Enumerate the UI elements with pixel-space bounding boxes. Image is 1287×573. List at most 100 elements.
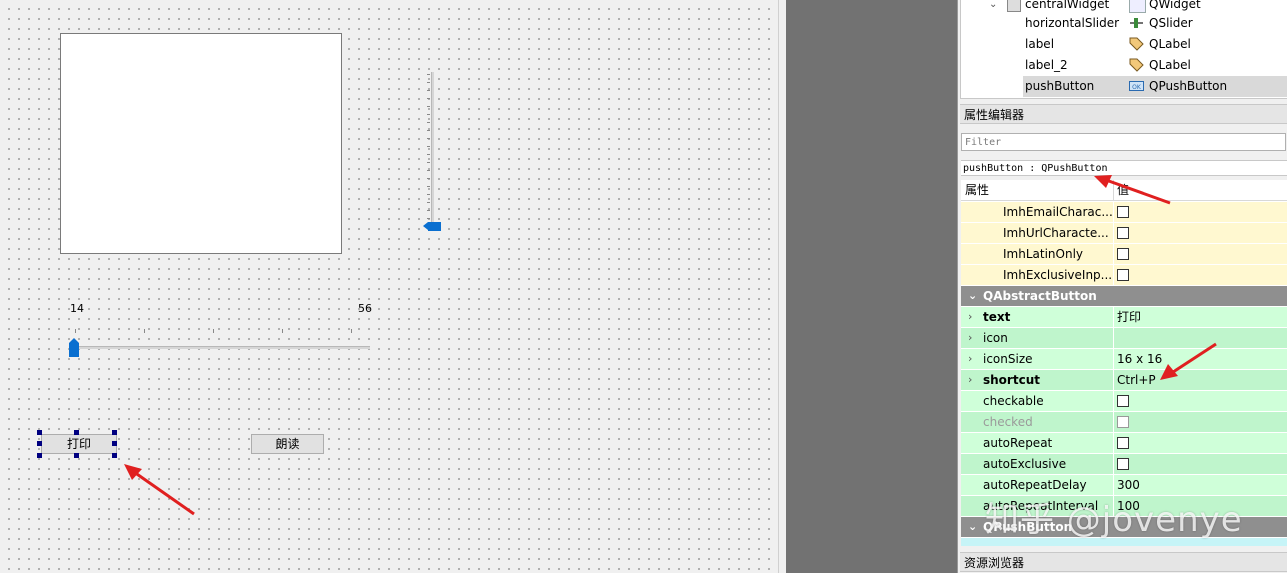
property-checkbox <box>1117 415 1129 428</box>
selection-handle[interactable] <box>37 453 42 458</box>
row-indent <box>961 76 1023 97</box>
property-name: icon <box>983 331 1008 345</box>
horizontal-slider[interactable] <box>66 325 372 359</box>
tree-row-label-2[interactable]: label_2 QLabel <box>961 55 1287 76</box>
print-button[interactable]: 打印 <box>41 434 117 454</box>
slider-tick <box>427 90 430 91</box>
property-name: checked <box>983 415 1033 429</box>
property-row[interactable]: › shortcut Ctrl+P <box>961 370 1287 391</box>
property-name: ImhExclusiveInp... <box>1003 268 1113 282</box>
chevron-right-icon[interactable]: › <box>968 307 972 327</box>
tree-row-horizontalslider[interactable]: horizontalSlider QSlider <box>961 13 1287 34</box>
selection-handle[interactable] <box>74 430 79 435</box>
property-name: autoRepeat <box>983 436 1053 450</box>
annotation-arrow <box>124 464 195 516</box>
slider-tick <box>427 210 430 211</box>
property-row[interactable]: autoRepeat <box>961 433 1287 454</box>
property-row[interactable]: autoExclusive <box>961 454 1287 475</box>
chevron-right-icon[interactable]: › <box>968 370 972 390</box>
svg-text:OK: OK <box>1132 84 1142 91</box>
slider-tick <box>213 329 214 333</box>
property-row[interactable]: checkable <box>961 391 1287 412</box>
property-row[interactable]: ImhLatinOnly <box>961 244 1287 265</box>
property-row[interactable]: ImhExclusiveInp... <box>961 265 1287 286</box>
chevron-down-icon[interactable]: ⌄ <box>968 286 977 306</box>
property-row[interactable]: ImhEmailCharac... <box>961 202 1287 223</box>
vertical-slider-groove <box>431 72 434 230</box>
property-name: ImhLatinOnly <box>1003 247 1084 261</box>
resource-browser-title: 资源浏览器 <box>960 552 1287 572</box>
property-group-qabstractbutton[interactable]: ⌄ QAbstractButton <box>961 286 1287 307</box>
slider-tick <box>427 194 430 195</box>
property-checkbox[interactable] <box>1117 394 1129 407</box>
label-widget[interactable] <box>60 33 342 254</box>
slider-max-label: 56 <box>358 302 372 315</box>
property-editor-title: 属性编辑器 <box>960 104 1287 124</box>
property-table-header: 属性 值 <box>961 180 1287 201</box>
widget-icon <box>1007 0 1021 12</box>
slider-tick <box>427 162 430 163</box>
property-row[interactable]: › text 打印 <box>961 307 1287 328</box>
property-row[interactable]: › icon <box>961 328 1287 349</box>
selection-handle[interactable] <box>112 430 117 435</box>
object-name: horizontalSlider <box>1025 16 1120 30</box>
selection-handle[interactable] <box>112 453 117 458</box>
slider-tick <box>427 74 430 75</box>
property-checkbox[interactable] <box>1117 205 1129 218</box>
property-row[interactable]: ImhUrlCharacte... <box>961 223 1287 244</box>
watermark-text: 知乎 @jovenye <box>985 500 1243 540</box>
property-checkbox[interactable] <box>1117 226 1129 239</box>
vertical-slider-handle[interactable] <box>423 222 441 231</box>
slider-tick <box>427 82 430 83</box>
selection-handle[interactable] <box>37 430 42 435</box>
slider-tick <box>427 138 430 139</box>
group-name: QAbstractButton <box>983 289 1097 303</box>
property-checkbox[interactable] <box>1117 436 1129 449</box>
property-name: ImhEmailCharac... <box>1003 205 1113 219</box>
property-row[interactable]: checked <box>961 412 1287 433</box>
selection-handle[interactable] <box>74 453 79 458</box>
object-name: label_2 <box>1025 58 1068 72</box>
slider-tick <box>427 154 430 155</box>
property-value[interactable]: 16 x 16 <box>1113 349 1162 369</box>
slider-tick <box>427 178 430 179</box>
object-class: QSlider <box>1149 16 1193 30</box>
tree-row-label[interactable]: label QLabel <box>961 34 1287 55</box>
slider-tick <box>427 114 430 115</box>
slider-tick <box>427 122 430 123</box>
slider-tick <box>75 329 76 333</box>
property-value[interactable]: Ctrl+P <box>1113 370 1156 390</box>
property-header: 属性 <box>965 183 990 197</box>
property-row[interactable]: › iconSize 16 x 16 <box>961 349 1287 370</box>
slider-tick <box>427 146 430 147</box>
property-name: checkable <box>983 394 1044 408</box>
form-design-canvas[interactable]: 14 56 打印 朗读 <box>0 0 778 573</box>
workspace-background <box>786 0 957 573</box>
slider-tick <box>427 202 430 203</box>
property-name: text <box>983 310 1011 324</box>
slider-tick <box>427 186 430 187</box>
horizontal-slider-handle[interactable] <box>69 338 79 357</box>
slider-tick <box>351 329 352 333</box>
property-checkbox[interactable] <box>1117 457 1129 470</box>
chevron-down-icon[interactable]: ⌄ <box>968 517 977 537</box>
chevron-right-icon[interactable]: › <box>968 349 972 369</box>
object-path-label: pushButton : QPushButton <box>961 160 1287 176</box>
read-aloud-button[interactable]: 朗读 <box>251 434 324 454</box>
chevron-right-icon[interactable]: › <box>968 328 972 348</box>
tree-row-pushbutton[interactable]: pushButton OK QPushButton <box>961 76 1287 97</box>
property-checkbox[interactable] <box>1117 268 1129 281</box>
filter-input[interactable]: Filter <box>961 133 1286 151</box>
object-name: pushButton <box>1025 79 1095 93</box>
vertical-slider[interactable] <box>420 70 444 240</box>
qlabel-tag-icon <box>1129 58 1144 72</box>
property-checkbox[interactable] <box>1117 247 1129 260</box>
selection-handle[interactable] <box>112 441 117 446</box>
object-inspector-tree[interactable]: ⌄ centralWidget QWidget horizontalSlider… <box>960 0 1287 99</box>
selection-handle[interactable] <box>37 441 42 446</box>
slider-tick <box>427 218 430 219</box>
property-value[interactable] <box>1113 328 1117 348</box>
slider-tick <box>427 130 430 131</box>
slider-tick <box>282 329 283 333</box>
property-value[interactable]: 打印 <box>1113 307 1141 327</box>
